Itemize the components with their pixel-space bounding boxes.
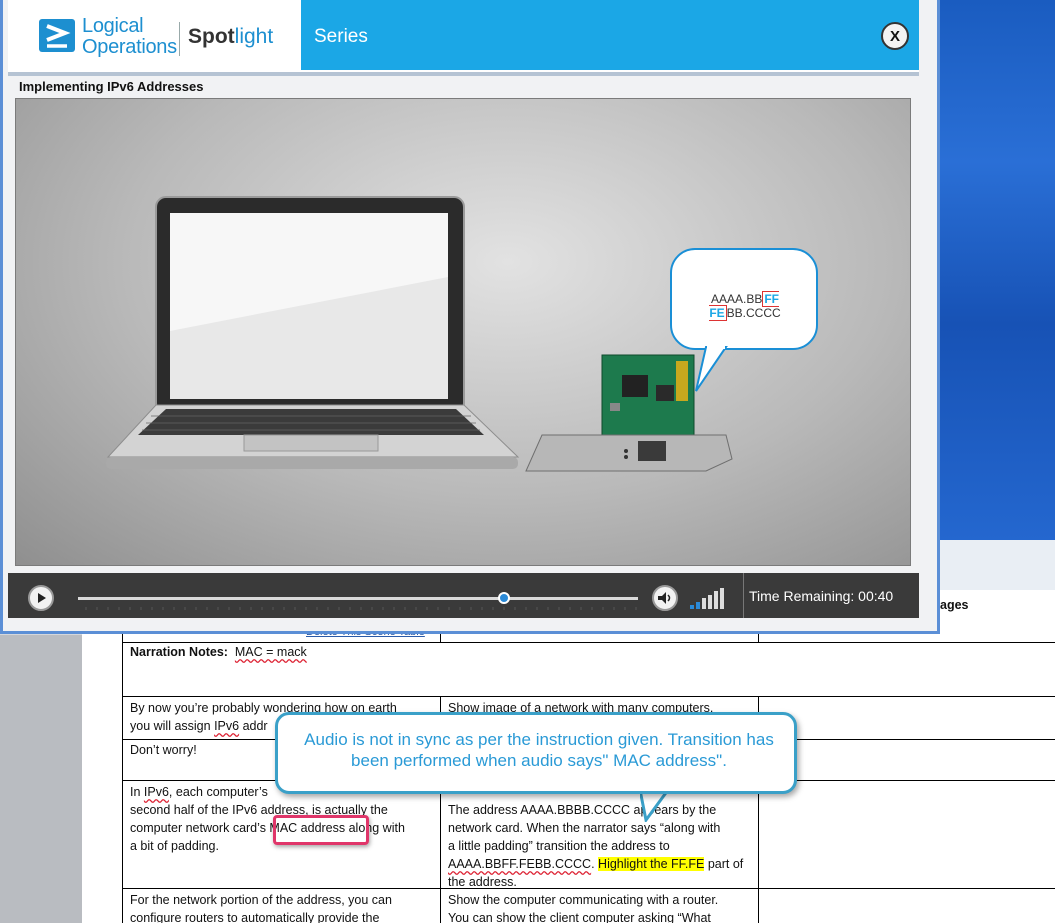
progress-handle[interactable] [497, 592, 510, 604]
review-comment-callout: Audio is not in sync as per the instruct… [275, 712, 797, 794]
time-divider [743, 573, 744, 618]
document-margin [0, 635, 82, 923]
time-remaining: Time Remaining: 00:40 [749, 588, 894, 604]
title-divider [8, 72, 919, 76]
lesson-title: Implementing IPv6 Addresses [19, 79, 204, 94]
narration-notes: Narration Notes: MAC = mack [130, 643, 307, 661]
play-icon [38, 593, 46, 603]
laptop-icon [106, 196, 520, 469]
callout-text: Audio is not in sync as per the instruct… [304, 730, 774, 770]
progress-ticks [85, 607, 637, 610]
logo: Logical Operations Spotlight [8, 0, 293, 70]
row4-visual: Show the computer communicating with a r… [448, 893, 719, 923]
desktop-panel [940, 540, 1055, 590]
logo-divider [179, 22, 180, 56]
spotlight-player-window: Logical Operations Spotlight Series X Im… [0, 0, 940, 634]
desktop-background [940, 0, 1055, 540]
row2-narration: Don’t worry! [130, 743, 197, 757]
series-header: Series [301, 0, 919, 70]
progress-bar[interactable] [78, 597, 638, 610]
logo-text: Logical Operations [82, 15, 177, 58]
narration-label: Narration Notes: [130, 645, 228, 659]
player-controls: Time Remaining: 00:40 [8, 573, 919, 618]
images-column-header: ages [940, 598, 969, 612]
callout-tail [640, 790, 670, 822]
play-button[interactable] [28, 585, 54, 611]
narration-value: MAC = mack [234, 645, 307, 659]
close-button[interactable]: X [881, 22, 909, 50]
volume-level[interactable] [688, 585, 732, 611]
row3-visual: The address AAAA.BBBB.CCCC appears by th… [448, 803, 744, 889]
series-label: Series [314, 26, 368, 47]
row4-narration: For the network portion of the address, … [130, 893, 392, 923]
scene-illustration [106, 196, 818, 472]
video-stage[interactable]: AAAA.BB FF FE BB.CCCC [15, 98, 911, 566]
mac-address-annotation-box [273, 815, 369, 845]
volume-button[interactable] [652, 585, 678, 611]
spotlight-brand: Spotlight [188, 25, 274, 48]
speaker-icon [658, 592, 671, 604]
logical-operations-logo-icon [39, 19, 75, 52]
volume-bars-icon [690, 588, 724, 609]
bubble-address: AAAA.BB FF FE BB.CCCC [709, 291, 781, 321]
